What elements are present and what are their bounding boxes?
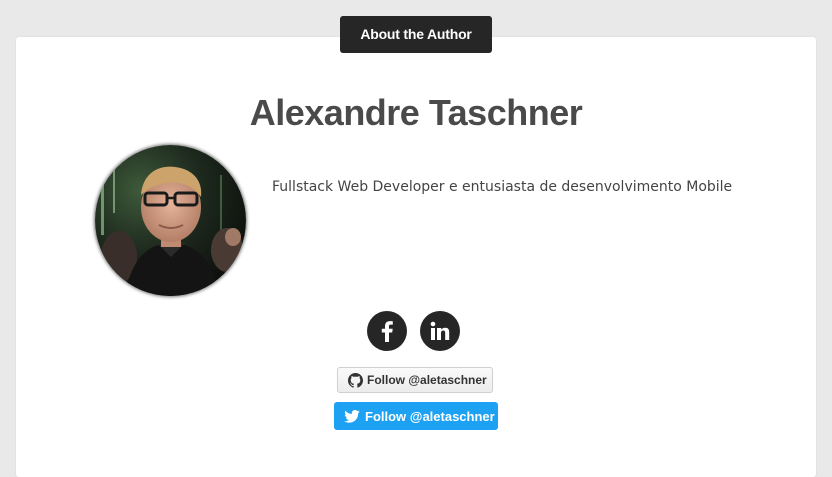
github-follow-button[interactable]: Follow @aletaschner: [337, 367, 493, 393]
twitter-follow-button[interactable]: Follow @aletaschner: [334, 402, 498, 430]
github-icon: [348, 372, 363, 388]
linkedin-link[interactable]: [420, 311, 460, 351]
about-author-label: About the Author: [340, 16, 492, 53]
github-follow-label: Follow @aletaschner: [367, 373, 487, 387]
facebook-icon: [381, 321, 393, 342]
twitter-icon: [344, 409, 360, 423]
linkedin-icon: [430, 321, 450, 340]
author-name: Alexandre Taschner: [249, 92, 583, 133]
author-bio: Fullstack Web Developer e entusiasta de …: [272, 179, 733, 195]
avatar-photo: [95, 145, 246, 296]
author-avatar: [95, 145, 246, 296]
twitter-follow-label: Follow @aletaschner: [365, 408, 495, 424]
facebook-link[interactable]: [367, 311, 407, 351]
